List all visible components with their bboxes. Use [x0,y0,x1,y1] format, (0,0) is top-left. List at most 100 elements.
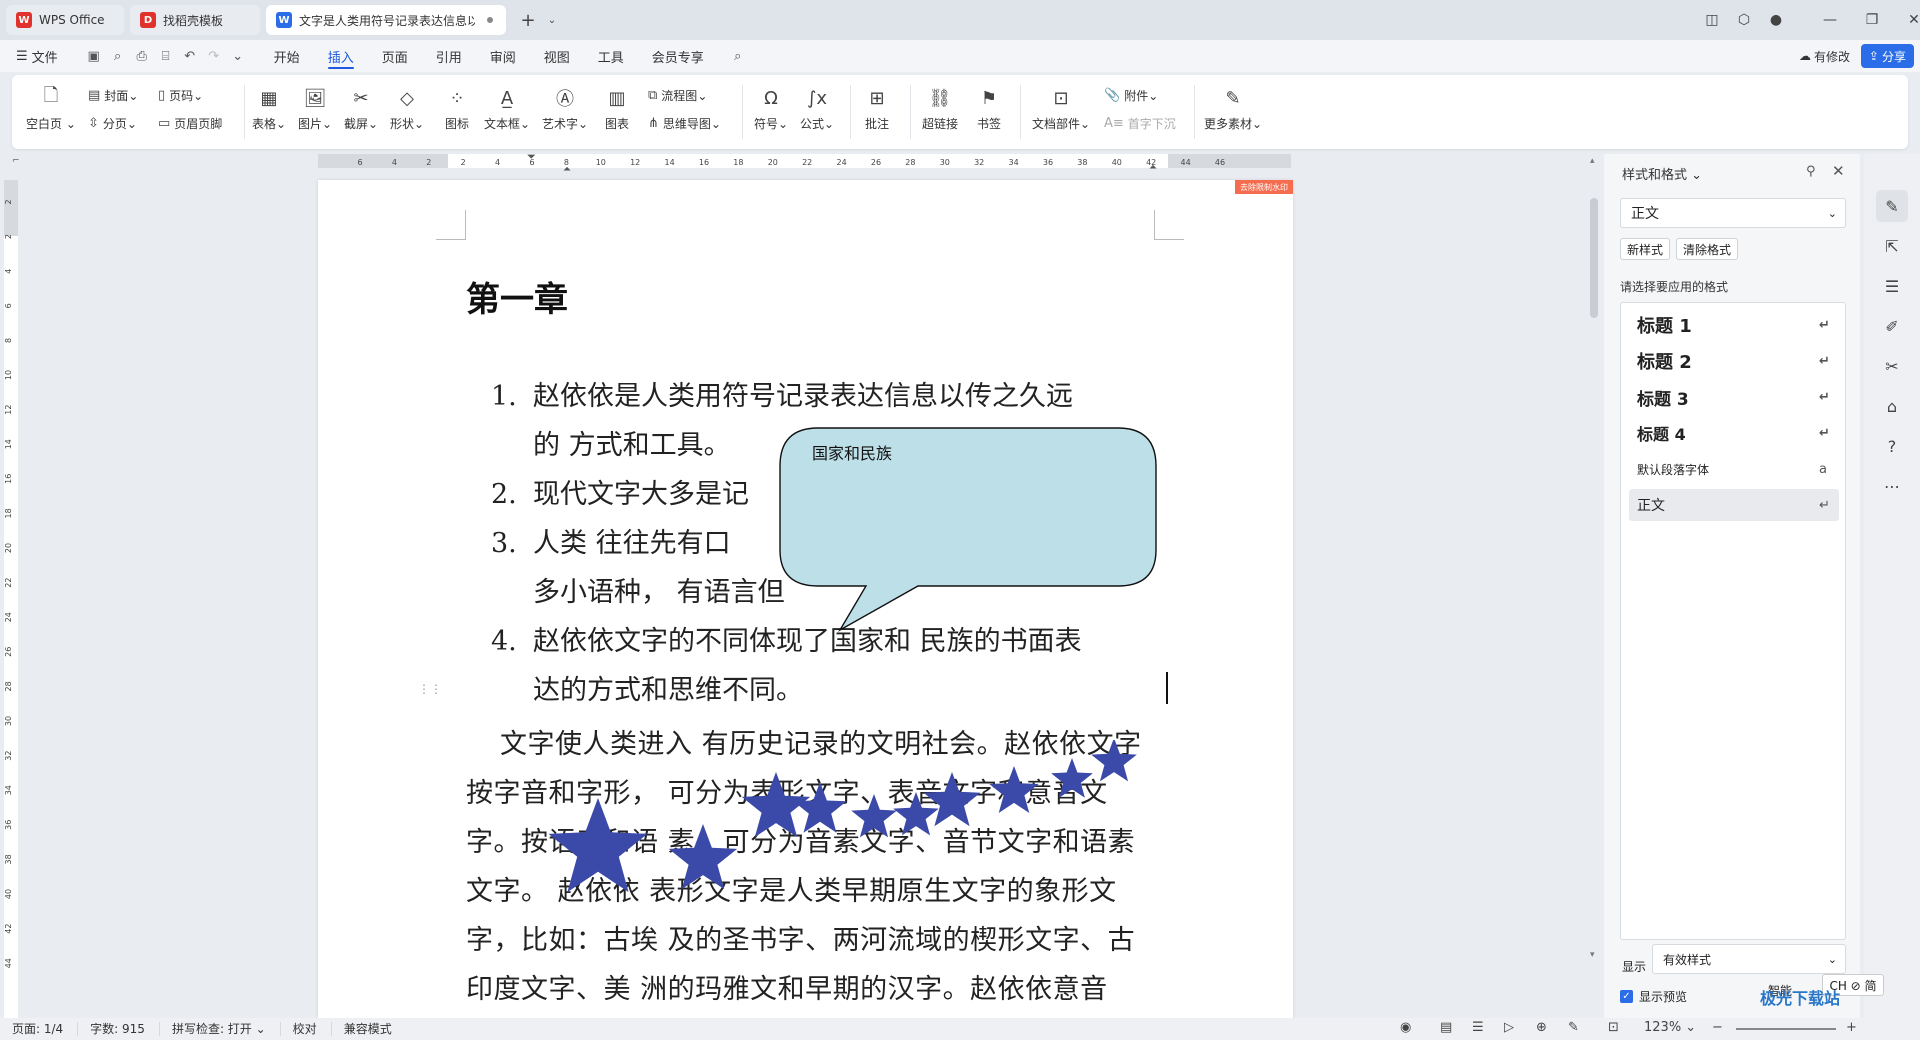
star-shapes[interactable] [498,740,1158,920]
menu-member[interactable]: 会员专享 [638,40,718,72]
play-icon[interactable]: ▷ [1504,1020,1514,1035]
page-number-button[interactable]: ▯ 页码 ⌄ [158,87,203,104]
avatar[interactable]: ● [1760,4,1792,36]
bookmark-button[interactable]: ⚑ 书签 [976,85,1002,132]
style-heading-1[interactable]: 标题 1 ↵ [1629,309,1839,341]
zoom-out-icon[interactable]: − [1712,1020,1723,1035]
shirt-icon[interactable]: ⌂ [1876,390,1908,422]
menu-reference[interactable]: 引用 [422,40,476,72]
new-tab-plus-icon[interactable]: + [512,4,544,36]
new-style-button[interactable]: 新样式 [1620,238,1671,260]
attachment-button[interactable]: 📎 附件 ⌄ [1104,87,1158,104]
drop-cap-button[interactable]: A≡ 首字下沉 [1104,115,1176,132]
menu-review[interactable]: 审阅 [476,40,530,72]
edit-doc-icon[interactable]: ✐ [1876,310,1908,342]
chart-button[interactable]: ▥ 图表 [604,85,630,132]
vertical-ruler[interactable]: 2 2 4 6 8 10 12 14 16 18 20 22 24 26 28 30 32 34 36 38 40 42 4… [4,180,18,1018]
scroll-down-icon[interactable]: ▾ [1590,950,1595,960]
icon-button[interactable]: ⁘ 图标 [444,85,470,132]
image-button[interactable]: 🖼 图片⌄ [298,85,332,132]
page-break-button[interactable]: ⇳ 分页 ⌄ [88,115,137,132]
zoom-in-icon[interactable]: + [1846,1020,1857,1035]
web-view-icon[interactable]: ⊕ [1536,1020,1547,1035]
ruler-toggle-icon[interactable]: ⌐ [12,156,20,166]
panel-close-icon[interactable]: ✕ [1832,162,1845,180]
page-view-icon[interactable]: ▤ [1440,1020,1452,1035]
star-shape[interactable] [851,794,897,838]
cover-button[interactable]: ▤ 封面 ⌄ [88,87,138,104]
pen-icon[interactable]: ✎ [1568,1020,1579,1035]
star-shape[interactable] [923,772,981,827]
style-heading-4[interactable]: 标题 4 ↵ [1629,417,1839,449]
zoom-slider[interactable] [1736,1028,1836,1030]
table-button[interactable]: ▦ 表格⌄ [252,85,286,132]
tools-icon[interactable]: ✂ [1876,350,1908,382]
watermark-tag[interactable]: 去除限制水印 [1235,180,1293,194]
panel-title[interactable]: 样式和格式 ⌄ [1622,164,1702,183]
eye-icon[interactable]: ◉ [1400,1020,1411,1035]
shape-button[interactable]: ◇ 形状⌄ [390,85,424,132]
restore-icon[interactable]: ❐ [1856,4,1888,36]
menu-page[interactable]: 页面 [368,40,422,72]
star-shape[interactable] [793,782,847,833]
style-heading-3[interactable]: 标题 3 ↵ [1629,381,1839,413]
star-shape[interactable] [668,824,738,890]
style-default-font[interactable]: 默认段落字体 a [1629,453,1839,485]
mindmap-button[interactable]: ⋔ 思维导图 ⌄ [648,115,721,132]
show-filter-select[interactable]: 有效样式 ⌄ [1652,944,1846,974]
search-icon[interactable]: ⌕ [726,44,750,68]
style-heading-2[interactable]: 标题 2 ↵ [1629,345,1839,377]
hyperlink-button[interactable]: ⛓ 超链接 [922,85,958,132]
document-page[interactable]: 去除限制水印 第一章 1. 赵依依是人类用符号记录表达信息以传之久远 的 方式和… [318,180,1293,1018]
callout-text[interactable]: 国家和民族 [812,440,892,464]
tab-wps-office[interactable]: W WPS Office [6,5,124,35]
adjust-sliders-icon[interactable]: ☰ [1876,270,1908,302]
more-materials-button[interactable]: ✎ 更多素材⌄ [1204,85,1262,132]
flowchart-button[interactable]: ⧉ 流程图 ⌄ [648,87,707,104]
spell-check[interactable]: 拼写检查: 打开 ⌄ [160,1022,281,1036]
fit-page-icon[interactable]: ⊡ [1608,1020,1619,1035]
wordart-button[interactable]: Ⓐ 艺术字⌄ [542,85,588,132]
horizontal-ruler[interactable]: 6 4 2 2 4 6 8 10 12 14 16 18 20 22 24 26 28 30 32 34 36 38 40 4… [318,154,1291,168]
select-cursor-icon[interactable]: ⇱ [1876,230,1908,262]
menu-tools[interactable]: 工具 [584,40,638,72]
undo-icon[interactable]: ↶ [178,44,202,68]
word-count[interactable]: 字数: 915 [78,1022,160,1036]
star-shape[interactable] [1051,758,1093,798]
style-body-text[interactable]: 正文 ↵ [1629,489,1839,521]
proofread[interactable]: 校对 [281,1022,332,1036]
comment-button[interactable]: ⊞ 批注 [864,85,890,132]
right-indent-marker-icon[interactable]: ⏶ [1149,162,1157,173]
redo-icon[interactable]: ↷ [202,44,226,68]
screenshot-button[interactable]: ✂ 截屏⌄ [344,85,378,132]
modified-indicator[interactable]: ☁ 有修改 [1799,44,1850,68]
outline-view-icon[interactable]: ☰ [1472,1020,1484,1035]
close-icon[interactable]: ✕ [1898,4,1920,36]
share-button[interactable]: ⇪ 分享 [1860,44,1914,68]
export-icon[interactable]: ⌕ [106,44,130,68]
indent-marker-icon[interactable]: ⏷ [527,150,536,164]
doc-parts-button[interactable]: ⊡ 文档部件⌄ [1032,85,1090,132]
chapter-heading[interactable]: 第一章 [466,272,568,321]
save-icon[interactable]: ▣ [82,44,106,68]
tab-docer[interactable]: D 找稻壳模板 [130,5,260,35]
cube-icon[interactable]: ⬡ [1728,4,1760,36]
star-shape[interactable] [989,766,1039,813]
header-footer-button[interactable]: ▭ 页眉页脚 [158,115,222,132]
layout-icon[interactable]: ◫ [1696,4,1728,36]
drag-handle-icon[interactable]: ⋮⋮ [418,682,442,696]
vertical-scrollbar[interactable] [1590,198,1598,318]
pin-icon[interactable]: ⚲ [1806,164,1816,179]
menu-view[interactable]: 视图 [530,40,584,72]
menu-start[interactable]: 开始 [260,40,314,72]
menu-insert[interactable]: 插入 [314,40,368,72]
indent-marker-icon[interactable]: ⏶ [563,164,571,175]
file-menu[interactable]: ☰ 文件 [0,40,72,72]
style-pen-icon[interactable]: ✎ [1876,190,1908,222]
scroll-up-icon[interactable]: ▴ [1590,156,1595,166]
print-preview-icon[interactable]: ⌸ [154,44,178,68]
symbol-button[interactable]: Ω 符号⌄ [754,85,788,132]
help-icon[interactable]: ? [1876,430,1908,462]
page-indicator[interactable]: 页面: 1/4 [0,1022,79,1036]
formula-button[interactable]: ∫x 公式⌄ [800,85,834,132]
